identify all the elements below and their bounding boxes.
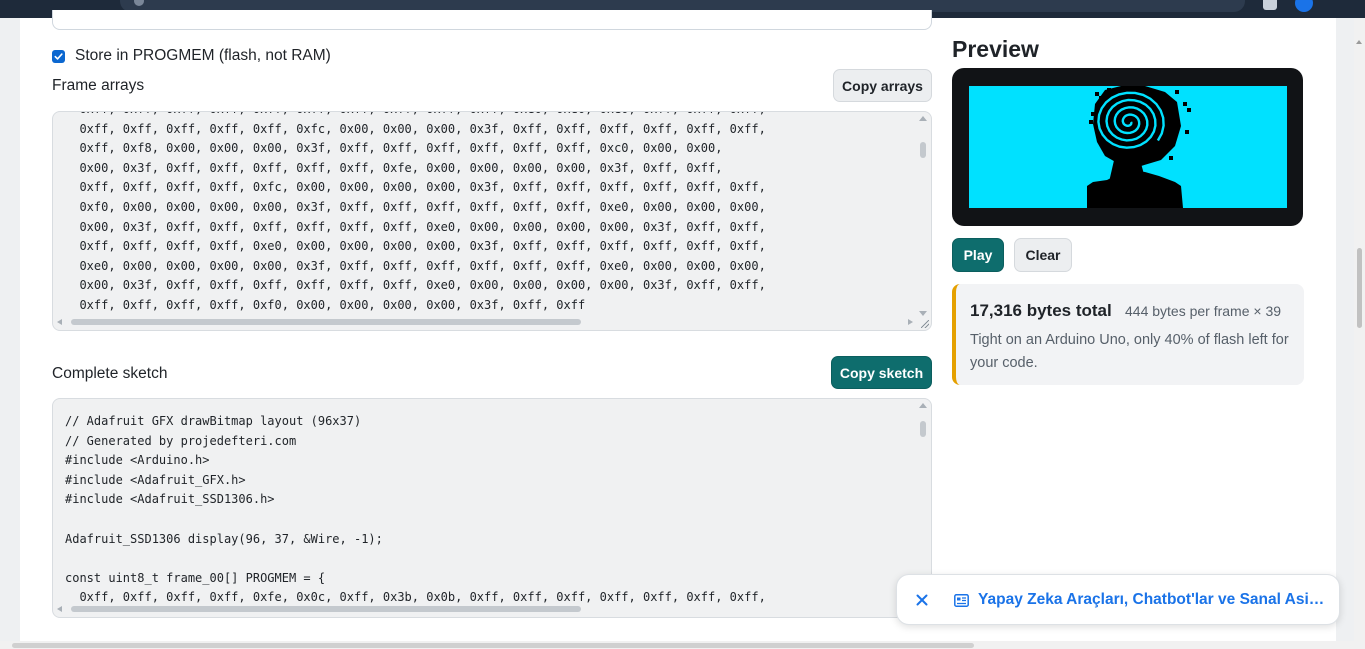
related-article-toast[interactable]: Yapay Zeka Araçları, Chatbot'lar ve Sana… <box>896 574 1340 625</box>
code-line: #include <Adafruit_GFX.h> <box>65 472 246 487</box>
code-line: Adafruit_SSD1306 display(96, 37, &Wire, … <box>65 531 383 546</box>
bitmap-pixel <box>1089 120 1093 124</box>
play-button[interactable]: Play <box>952 238 1004 272</box>
preview-bitmap <box>1087 86 1191 208</box>
code-line: // Adafruit GFX drawBitmap layout (96x37… <box>65 414 362 428</box>
code-line: 0xff, 0xff, 0xff, 0xff, 0xe0, 0x00, 0x00… <box>65 239 766 254</box>
bitmap-pixel <box>1185 130 1189 134</box>
scroll-down-icon[interactable] <box>919 311 927 316</box>
frame-arrays-label: Frame arrays <box>52 77 145 94</box>
bitmap-pixel <box>1107 88 1111 92</box>
code-line: 0xe0, 0x00, 0x00, 0x00, 0x00, 0x3f, 0xff… <box>65 258 766 273</box>
code-line: 0x00, 0x3f, 0xff, 0xff, 0xff, 0xff, 0xff… <box>65 278 766 293</box>
sketch-hscrollbar[interactable] <box>57 604 913 614</box>
scroll-up-icon[interactable] <box>919 403 927 408</box>
scroll-thumb[interactable] <box>920 421 926 437</box>
close-icon[interactable] <box>914 592 930 608</box>
code-line: // Generated by projedefteri.com <box>65 433 297 448</box>
scroll-up-icon[interactable] <box>919 116 927 121</box>
code-line: 0x00, 0x3f, 0xff, 0xff, 0xff, 0xff, 0xff… <box>65 160 723 175</box>
scroll-left-icon[interactable] <box>57 606 62 612</box>
total-bytes: 17,316 bytes total <box>970 301 1112 320</box>
frame-arrays-textarea[interactable]: 0xff, 0xff, 0xff, 0xff, 0xff, 0xff, 0xff… <box>52 111 932 331</box>
page-hscrollbar[interactable] <box>0 641 1354 649</box>
oled-preview-screen <box>969 86 1287 208</box>
bitmap-pixel <box>1183 102 1187 106</box>
profile-avatar[interactable] <box>1295 0 1313 12</box>
code-line: 0xff, 0xff, 0xff, 0xff, 0xf0, 0x00, 0x00… <box>65 297 586 312</box>
flash-usage-note: Tight on an Arduino Uno, only 40% of fla… <box>970 332 1289 371</box>
checkmark-icon <box>54 52 63 60</box>
code-line: 0xff, 0xff, 0xff, 0xff, 0xff, 0xfc, 0x00… <box>65 121 766 136</box>
code-line: 0xf0, 0x00, 0x00, 0x00, 0x00, 0x3f, 0xff… <box>65 199 766 214</box>
store-progmem-label: Store in PROGMEM (flash, not RAM) <box>75 47 331 64</box>
scroll-thumb[interactable] <box>71 319 581 325</box>
page-scroll-thumb[interactable] <box>1357 248 1362 328</box>
memory-usage-card: 17,316 bytes total 444 bytes per frame ×… <box>952 284 1304 385</box>
bitmap-pixel <box>1091 112 1095 116</box>
page-hscroll-thumb[interactable] <box>12 643 974 648</box>
sketch-code: // Adafruit GFX drawBitmap layout (96x37… <box>53 412 931 608</box>
site-info-icon[interactable] <box>134 0 144 6</box>
sketch-vscrollbar[interactable] <box>917 403 929 603</box>
sketch-textarea[interactable]: // Adafruit GFX drawBitmap layout (96x37… <box>52 398 932 618</box>
frame-arrays-code: 0xff, 0xff, 0xff, 0xff, 0xff, 0xff, 0xff… <box>53 112 931 316</box>
code-line: 0x00, 0x3f, 0xff, 0xff, 0xff, 0xff, 0xff… <box>65 219 766 234</box>
bytes-per-frame: 444 bytes per frame × 39 <box>1125 303 1282 319</box>
bitmap-pixel <box>1169 156 1173 160</box>
previous-field <box>52 10 932 30</box>
code-line: #include <Arduino.h> <box>65 453 210 468</box>
scroll-left-icon[interactable] <box>57 319 62 325</box>
code-line: 0xff, 0xff, 0xff, 0xff, 0xfc, 0x00, 0x00… <box>65 180 766 195</box>
frame-arrays-vscrollbar[interactable] <box>917 116 929 316</box>
clear-button[interactable]: Clear <box>1014 238 1072 272</box>
store-progmem-checkbox[interactable] <box>52 49 65 63</box>
bitmap-pixel <box>1099 96 1103 100</box>
oled-preview-frame <box>952 68 1303 226</box>
related-article-link[interactable]: Yapay Zeka Araçları, Chatbot'lar ve Sana… <box>978 591 1330 609</box>
code-line: 0xff, 0xf8, 0x00, 0x00, 0x00, 0x3f, 0xff… <box>65 141 723 156</box>
resize-handle-icon[interactable] <box>921 320 929 328</box>
copy-sketch-button[interactable]: Copy sketch <box>831 356 932 389</box>
code-line: const uint8_t frame_00[] PROGMEM = { <box>65 570 326 585</box>
complete-sketch-label: Complete sketch <box>52 365 168 382</box>
code-line: 0xff, 0xff, 0xff, 0xff, 0xff, 0xff, 0xff… <box>65 112 931 120</box>
article-icon <box>954 594 969 607</box>
preview-title: Preview <box>952 36 1039 62</box>
bitmap-pixel <box>1095 92 1099 96</box>
frame-arrays-hscrollbar[interactable] <box>57 317 913 327</box>
bitmap-pixel <box>1175 90 1179 94</box>
bitmap-pixel <box>1187 108 1191 112</box>
store-progmem-option[interactable]: Store in PROGMEM (flash, not RAM) <box>52 46 331 66</box>
code-line: #include <Adafruit_SSD1306.h> <box>65 492 275 507</box>
scroll-thumb[interactable] <box>920 142 926 158</box>
scroll-up-icon[interactable] <box>1356 40 1362 44</box>
page-vscrollbar[interactable] <box>1354 18 1365 649</box>
extensions-icon[interactable] <box>1263 0 1277 10</box>
copy-arrays-button[interactable]: Copy arrays <box>833 69 932 102</box>
scroll-thumb[interactable] <box>71 606 581 612</box>
scroll-right-icon[interactable] <box>908 319 913 325</box>
